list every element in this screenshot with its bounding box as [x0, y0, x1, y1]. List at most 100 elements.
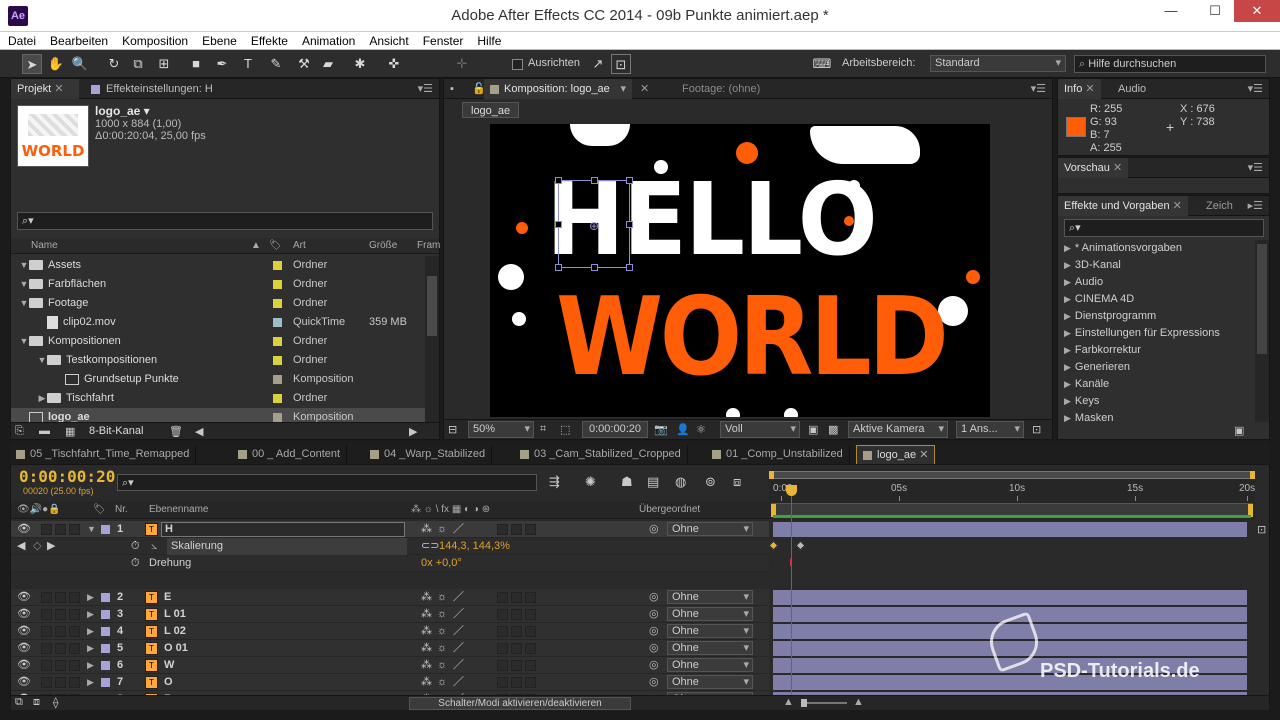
toggle-switches-modes-button[interactable]: Schalter/Modi aktivieren/deaktivieren [409, 697, 631, 710]
quality-switch-icon[interactable]: ／ [453, 674, 464, 691]
camera-select[interactable]: Aktive Kamera ▾ [848, 421, 948, 438]
project-row[interactable]: ▶ Tischfahrt Ordner [11, 389, 425, 408]
visibility-eye-icon[interactable]: 👁 [17, 589, 31, 606]
adjustment-switch[interactable] [511, 592, 522, 603]
effects-scrollbar[interactable] [1255, 240, 1269, 422]
adjustment-switch[interactable] [511, 660, 522, 671]
tab-audio[interactable]: Audio [1112, 79, 1152, 99]
lock-switch[interactable] [69, 524, 80, 535]
collapse-switch-icon[interactable]: ☼ [437, 606, 447, 623]
parent-select[interactable]: Ohne [667, 675, 753, 689]
close-button[interactable]: ✕ [1234, 0, 1280, 22]
label-swatch[interactable] [273, 375, 282, 384]
grid-icon[interactable]: ▩ [828, 423, 838, 436]
pen-tool-icon[interactable]: ✒ [212, 54, 232, 74]
project-row[interactable]: ▼ Assets Ordner [11, 256, 425, 275]
menu-datei[interactable]: Datei [0, 32, 42, 50]
expand-transfer-icon[interactable]: ⧈ [33, 696, 40, 709]
effects-search-input[interactable]: ⌕▾ [1064, 219, 1264, 237]
layer-name[interactable]: O 01 [161, 640, 405, 657]
label-column-icon[interactable]: 🏷 [269, 238, 282, 254]
effects-category[interactable]: ▶ Farbkorrektur [1058, 342, 1141, 359]
layer-row[interactable]: 👁 ▶ 6 T W ⁂ ☼ ／ ◎ Ohne [11, 657, 769, 674]
timeline-tab[interactable]: 05 _Tischfahrt_Time_Remapped [10, 445, 197, 464]
quality-switch-icon[interactable]: ／ [453, 589, 464, 606]
close-comp-tab-icon[interactable]: ✕ [634, 79, 655, 99]
clone-stamp-tool-icon[interactable]: ⚒ [294, 54, 314, 74]
type-tool-icon[interactable]: T [238, 54, 258, 74]
timeline-tab[interactable]: 03 _Cam_Stabilized_Cropped [514, 445, 688, 464]
audio-switch[interactable] [41, 524, 52, 535]
layer-row[interactable]: 👁 ▶ 2 T E ⁂ ☼ ／ ◎ Ohne [11, 589, 769, 606]
motion-blur-switch[interactable] [497, 609, 508, 620]
layer-name[interactable]: L 02 [161, 623, 405, 640]
constrain-proportions-icon[interactable]: ⊂⊃ [421, 538, 439, 555]
next-keyframe-icon[interactable]: ▶ [47, 538, 55, 555]
audio-switch[interactable] [41, 592, 52, 603]
add-keyframe-icon[interactable]: ◇ [33, 538, 41, 555]
layer-row[interactable]: 👁 ▶ 7 T O ⁂ ☼ ／ ◎ Ohne [11, 674, 769, 691]
layer-duration-bar[interactable] [773, 590, 1247, 605]
roi-icon[interactable]: ▣ [808, 423, 818, 436]
pick-whip-icon[interactable]: ◎ [649, 623, 659, 640]
timeline-tab[interactable]: 01 _Comp_Unstabilized [706, 445, 850, 464]
parent-select[interactable]: Ohne [667, 590, 753, 604]
quality-switch-icon[interactable]: ／ [453, 657, 464, 674]
effects-category[interactable]: ▶ Einstellungen für Expressions [1058, 325, 1220, 342]
menu-hilfe[interactable]: Hilfe [469, 32, 507, 50]
effects-category[interactable]: ▶ CINEMA 4D [1058, 291, 1134, 308]
layer-selection-box[interactable]: ⊕ [555, 177, 633, 271]
3d-layer-switch[interactable] [525, 677, 536, 688]
tab-composition[interactable]: Komposition: logo_ae ▾ [484, 79, 632, 99]
motion-blur-switch[interactable] [497, 592, 508, 603]
menu-bearbeiten[interactable]: Bearbeiten [42, 32, 114, 50]
quality-switch-icon[interactable]: ／ [453, 623, 464, 640]
col-frame[interactable]: Fram [417, 238, 440, 254]
collapse-switch-icon[interactable]: ☼ [437, 589, 447, 606]
solo-switch[interactable] [55, 643, 66, 654]
region-icon[interactable]: ⌗ [540, 423, 546, 436]
shy-switch-icon[interactable]: ⁂ [421, 657, 432, 674]
trash-icon[interactable]: 🗑 [169, 425, 183, 438]
solo-switch[interactable] [55, 626, 66, 637]
lock-switch[interactable] [69, 626, 80, 637]
panel-menu-icon[interactable]: ▾☰ [1248, 161, 1263, 174]
effects-category[interactable]: ▶ * Animationsvorgaben [1058, 240, 1182, 257]
label-swatch[interactable] [273, 413, 282, 422]
comp-button-icon[interactable]: ⊡ [1257, 523, 1266, 536]
collapse-switch-icon[interactable]: ☼ [437, 521, 447, 538]
expand-layer-icon[interactable]: ▶ [87, 674, 94, 691]
new-preset-icon[interactable]: ▣ [1234, 424, 1244, 437]
collapse-switch-icon[interactable]: ☼ [437, 657, 447, 674]
timeline-tab[interactable]: logo_ae ✕ [856, 445, 936, 464]
menu-komposition[interactable]: Komposition [114, 32, 194, 50]
parent-select[interactable]: Ohne [667, 624, 753, 638]
label-swatch[interactable] [273, 299, 282, 308]
shy-switch-icon[interactable]: ⁂ [421, 589, 432, 606]
zoom-select[interactable]: 50% ▾ [468, 421, 534, 438]
channel-icon[interactable]: ⚛ [696, 423, 706, 436]
tab-effect-controls[interactable]: Effekteinstellungen: H [85, 79, 219, 99]
3d-layer-switch[interactable] [525, 660, 536, 671]
timeline-tab[interactable]: 04 _Warp_Stabilized [364, 445, 493, 464]
graph-icon[interactable]: ⦣ [151, 538, 157, 555]
zoom-slider[interactable] [801, 699, 847, 707]
expand-layer-icon[interactable]: ▼ [87, 521, 96, 538]
brush-tool-icon[interactable]: ✎ [266, 54, 286, 74]
label-swatch[interactable] [273, 261, 282, 270]
collapse-switch-icon[interactable]: ☼ [437, 640, 447, 657]
expand-layer-switches-icon[interactable]: ⧉ [15, 696, 23, 709]
layer-duration-bar[interactable] [773, 522, 1247, 537]
pick-whip-icon[interactable]: ◎ [649, 640, 659, 657]
rectangle-tool-icon[interactable]: ■ [186, 54, 206, 74]
work-area-bar[interactable] [769, 471, 1255, 479]
new-comp-icon[interactable]: ▦ [65, 425, 75, 438]
pan-behind-tool-icon[interactable]: ⊞ [154, 54, 174, 74]
col-size[interactable]: Größe [369, 238, 397, 254]
lock-switch[interactable] [69, 643, 80, 654]
close-tab-icon[interactable]: ✕ [919, 449, 928, 461]
expand-stretch-icon[interactable]: ⟠ [53, 696, 58, 709]
expand-layer-icon[interactable]: ▶ [87, 657, 94, 674]
visibility-eye-icon[interactable]: 👁 [17, 623, 31, 640]
expand-layer-icon[interactable]: ▶ [87, 623, 94, 640]
